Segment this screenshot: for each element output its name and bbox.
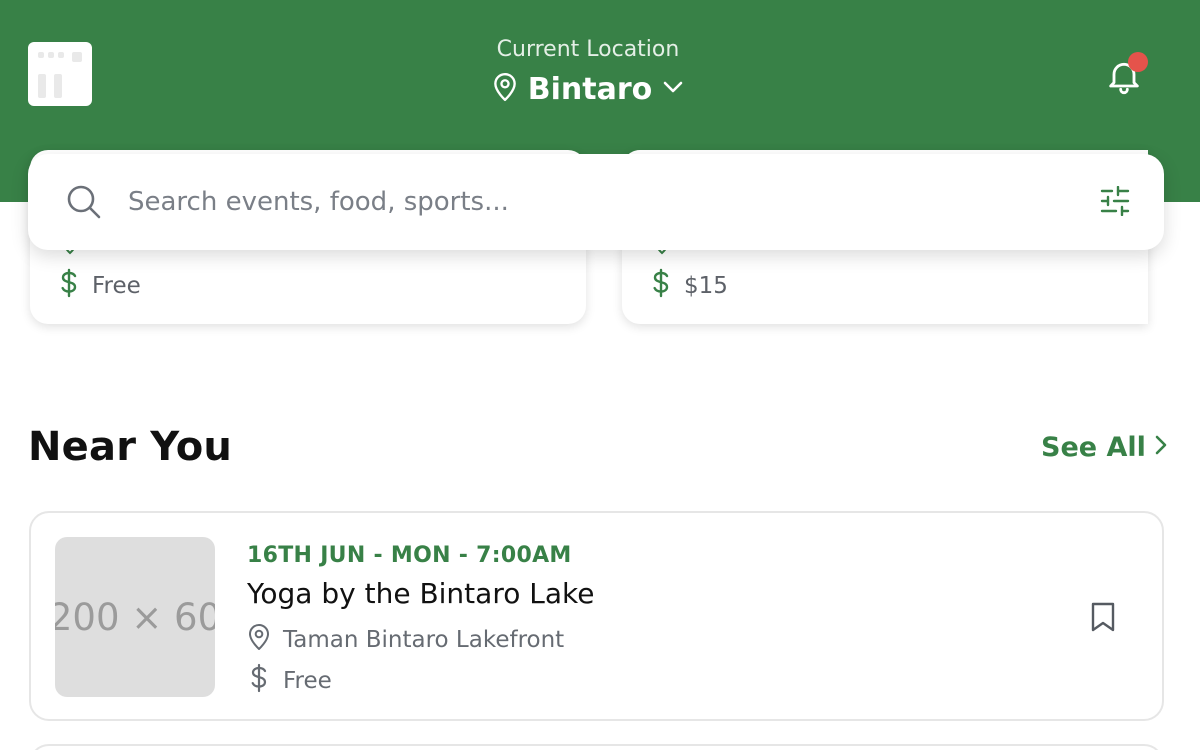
event-date: 16TH JUN - MON - 7:00AM [247, 543, 572, 568]
location-selector[interactable]: Current Location Bintaro [430, 36, 746, 107]
event-card[interactable]: 1200 × 600 16TH JUN - MON - 7:00AM Yoga … [29, 511, 1164, 721]
see-all-link[interactable]: See All [1041, 432, 1168, 463]
dollar-icon [650, 268, 672, 304]
location-row[interactable]: Bintaro [430, 72, 746, 107]
dollar-icon [247, 663, 271, 699]
notification-badge [1128, 52, 1148, 72]
location-pin-icon [492, 72, 518, 107]
thumbnail-label: 1200 × 600 [55, 595, 215, 639]
home-screen: Current Location Bintaro Free $15 Search… [0, 0, 1200, 750]
chevron-down-icon[interactable] [662, 80, 684, 99]
event-card[interactable] [29, 744, 1164, 750]
search-bar[interactable] [28, 154, 1164, 250]
location-name: Bintaro [527, 72, 653, 107]
chevron-right-icon [1154, 432, 1168, 463]
featured-price-label: Free [92, 273, 141, 299]
location-caption: Current Location [496, 37, 680, 62]
event-title: Yoga by the Bintaro Lake [247, 577, 595, 610]
featured-price: $15 [650, 268, 728, 304]
featured-price: Free [58, 268, 141, 304]
dollar-icon [58, 268, 80, 304]
app-logo-icon[interactable] [28, 42, 92, 106]
search-input[interactable] [128, 182, 1028, 222]
event-thumbnail: 1200 × 600 [55, 537, 215, 697]
location-pin-icon [247, 623, 271, 657]
bookmark-icon[interactable] [1089, 601, 1117, 638]
see-all-label: See All [1041, 432, 1146, 463]
filter-sliders-icon[interactable] [1100, 185, 1130, 221]
featured-price-label: $15 [684, 273, 728, 299]
search-icon [66, 184, 102, 225]
section-title: Near You [28, 424, 233, 470]
event-price-label: Free [283, 668, 332, 694]
event-price: Free [247, 663, 332, 699]
event-location: Taman Bintaro Lakefront [247, 623, 564, 657]
event-location-label: Taman Bintaro Lakefront [283, 627, 565, 653]
